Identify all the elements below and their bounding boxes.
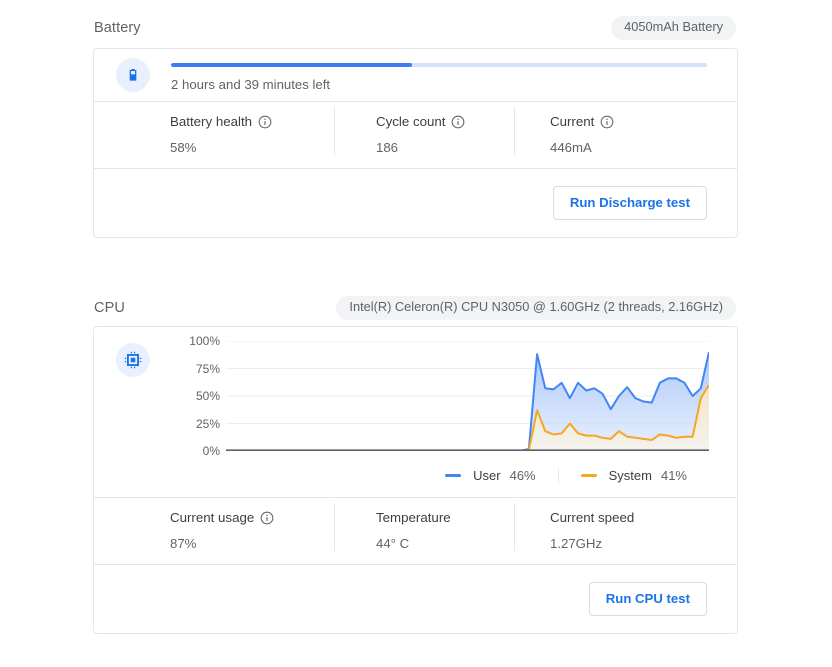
stat-current: Current 446mA xyxy=(514,102,695,155)
stat-label-text: Cycle count xyxy=(376,114,446,129)
battery-section-header: Battery 4050mAh Battery xyxy=(0,16,832,40)
stat-label: Current speed xyxy=(550,510,695,525)
info-icon[interactable] xyxy=(451,115,465,129)
legend-label-user: User xyxy=(473,468,501,483)
legend-value-system: 41% xyxy=(660,468,687,483)
stat-value: 58% xyxy=(170,140,197,155)
stat-cycle-count: Cycle count 186 xyxy=(334,102,515,155)
chart-y-tick-label: 0% xyxy=(202,444,220,458)
cpu-section-title: CPU xyxy=(94,299,125,316)
chart-legend: User 46% System 41% xyxy=(423,468,709,483)
chart-area-user xyxy=(226,352,709,451)
battery-progress-track xyxy=(171,63,707,67)
stat-label-text: Current xyxy=(550,114,595,129)
legend-item-user: User 46% xyxy=(423,468,557,483)
stat-current-speed: Current speed 1.27GHz xyxy=(514,498,695,551)
cpu-usage-chart: 100% 75% 50% 25% 0% xyxy=(174,334,709,458)
chart-plot-area xyxy=(226,341,709,451)
stat-label: Current xyxy=(550,114,695,129)
battery-stats-row: Battery health 58% Cycle count 186 Curre… xyxy=(94,102,737,168)
stat-battery-health: Battery health 58% xyxy=(170,102,335,155)
stat-label-text: Temperature xyxy=(376,510,451,525)
stat-label: Temperature xyxy=(376,510,515,525)
stat-value: 446mA xyxy=(550,140,592,155)
stat-label: Battery health xyxy=(170,114,335,129)
battery-capacity-chip: 4050mAh Battery xyxy=(611,16,736,40)
stat-current-usage: Current usage 87% xyxy=(170,498,335,551)
info-icon[interactable] xyxy=(600,115,614,129)
info-icon[interactable] xyxy=(258,115,272,129)
cpu-card: 100% 75% 50% 25% 0% User 46% System 41% … xyxy=(93,326,738,634)
battery-card: 2 hours and 39 minutes left Battery heal… xyxy=(93,48,738,238)
stat-value: 186 xyxy=(376,140,399,155)
battery-progress: 2 hours and 39 minutes left xyxy=(171,63,707,92)
cpu-section-header: CPU Intel(R) Celeron(R) CPU N3050 @ 1.60… xyxy=(0,296,832,320)
cpu-chip-icon xyxy=(116,343,150,377)
chart-y-tick-label: 100% xyxy=(189,334,220,348)
stat-label-text: Current speed xyxy=(550,510,635,525)
battery-section-title: Battery xyxy=(94,19,141,36)
stat-label: Cycle count xyxy=(376,114,515,129)
legend-label-system: System xyxy=(608,468,652,483)
legend-color-swatch-system xyxy=(580,474,597,477)
stat-label: Current usage xyxy=(170,510,335,525)
legend-color-swatch-user xyxy=(445,474,462,477)
stat-value: 87% xyxy=(170,536,197,551)
chart-y-axis-labels: 100% 75% 50% 25% 0% xyxy=(174,334,220,458)
diagnostics-page: Battery 4050mAh Battery 2 hours and 39 m… xyxy=(0,0,832,667)
battery-action-row: Run Discharge test xyxy=(94,169,737,237)
stat-value: 44° C xyxy=(376,536,410,551)
battery-progress-fill xyxy=(171,63,413,67)
stat-label-text: Current usage xyxy=(170,510,255,525)
battery-time-remaining: 2 hours and 39 minutes left xyxy=(171,77,331,92)
cpu-usage-chart-row: 100% 75% 50% 25% 0% User 46% System 41% xyxy=(94,327,737,497)
stat-value: 1.27GHz xyxy=(550,536,603,551)
cpu-action-row: Run CPU test xyxy=(94,565,737,633)
info-icon[interactable] xyxy=(260,511,274,525)
battery-status-row: 2 hours and 39 minutes left xyxy=(94,49,737,101)
run-cpu-test-button[interactable]: Run CPU test xyxy=(588,582,707,616)
cpu-stats-row: Current usage 87% Temperature 44° C Curr… xyxy=(94,498,737,564)
legend-value-user: 46% xyxy=(509,468,536,483)
chart-series-areas xyxy=(226,352,709,451)
chart-y-tick-label: 75% xyxy=(195,361,220,376)
chart-y-tick-label: 25% xyxy=(195,416,220,431)
battery-icon xyxy=(116,58,150,92)
stat-temperature: Temperature 44° C xyxy=(334,498,515,551)
cpu-model-chip: Intel(R) Celeron(R) CPU N3050 @ 1.60GHz … xyxy=(336,296,736,320)
chart-svg xyxy=(226,341,709,451)
chart-y-tick-label: 50% xyxy=(195,389,220,403)
legend-item-system: System 41% xyxy=(557,468,709,483)
run-discharge-test-button[interactable]: Run Discharge test xyxy=(552,186,707,220)
stat-label-text: Battery health xyxy=(170,114,253,129)
